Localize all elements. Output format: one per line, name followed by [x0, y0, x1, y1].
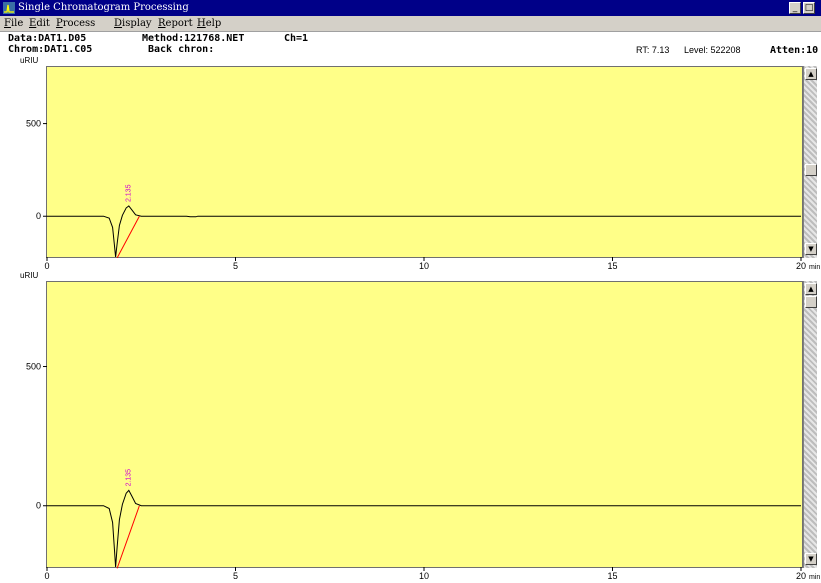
- method-label: Method:121768.NET: [142, 33, 245, 44]
- x-tick-label: 5: [233, 261, 238, 271]
- chromatogram-chart-2: 0 500 0 5 10 15 20 min 2.135: [26, 362, 820, 581]
- data-file-label: Data:DAT1.D05: [8, 33, 87, 44]
- y-tick-label: 500: [26, 362, 41, 372]
- x-tick-label: 15: [607, 261, 617, 271]
- level-readout: Level: 522208: [684, 45, 741, 55]
- arrow-up-icon[interactable]: ▲: [805, 283, 817, 295]
- minimize-button[interactable]: _: [789, 2, 801, 14]
- chromatogram-trace: [47, 489, 801, 568]
- chart2-scrollbar[interactable]: ▲ ▼: [803, 281, 817, 568]
- menu-file[interactable]: File: [4, 17, 23, 30]
- menu-report[interactable]: Report: [158, 17, 193, 30]
- menu-process-accel: P: [56, 18, 63, 29]
- x-tick-label: 10: [419, 261, 429, 271]
- menu-process-label: rocess: [62, 18, 96, 29]
- x-tick-label: 15: [607, 571, 617, 581]
- x-tick-label: 0: [44, 571, 49, 581]
- window-title: Single Chromatogram Processing: [18, 2, 189, 13]
- arrow-down-icon[interactable]: ▼: [805, 553, 817, 565]
- y-tick-label: 500: [26, 119, 41, 129]
- rt-readout: RT: 7.13: [636, 45, 670, 55]
- arrow-up-icon[interactable]: ▲: [805, 68, 817, 80]
- menu-display[interactable]: Display: [114, 17, 152, 30]
- restore-button[interactable]: □: [803, 2, 815, 14]
- x-tick-label: 20: [796, 261, 806, 271]
- y-tick-label: 0: [36, 211, 41, 221]
- y-tick-label: 0: [36, 501, 41, 511]
- chrom-file-label: Chrom:DAT1.C05: [8, 44, 93, 55]
- arrow-down-icon[interactable]: ▼: [805, 243, 817, 255]
- menu-edit[interactable]: Edit: [29, 17, 50, 30]
- channel-label: Ch=1: [284, 33, 309, 44]
- back-chrom-label: Back chron:: [148, 44, 215, 55]
- chart2-scroll-thumb[interactable]: [805, 296, 817, 308]
- menu-file-accel: F: [4, 18, 11, 29]
- x-tick-label: 10: [419, 571, 429, 581]
- menu-report-label: eport: [165, 18, 193, 29]
- chromatogram-chart-1: 0 500 0 5 10 15 20 min 2.135: [26, 119, 820, 271]
- chart1-scrollbar[interactable]: ▲ ▼: [803, 66, 817, 258]
- x-tick-label: 5: [233, 571, 238, 581]
- chromatogram-trace: [47, 205, 801, 258]
- menu-file-label: ile: [10, 18, 24, 29]
- menu-report-accel: R: [158, 18, 166, 29]
- peak-retention-label: 2.135: [125, 184, 132, 202]
- x-tick-label: 0: [44, 261, 49, 271]
- menu-display-accel: D: [114, 18, 123, 29]
- peak-retention-label: 2.135: [125, 469, 132, 487]
- x-tick-label: 20: [796, 571, 806, 581]
- menu-process[interactable]: Process: [56, 17, 95, 30]
- atten-readout: Atten:10: [770, 45, 819, 56]
- chromatogram-app-icon: [3, 2, 15, 14]
- x-unit-label: min: [809, 264, 820, 271]
- menu-edit-label: dit: [36, 18, 50, 29]
- menu-help-accel: H: [197, 18, 206, 29]
- chart1-scroll-thumb[interactable]: [805, 164, 817, 176]
- x-unit-label: min: [809, 574, 820, 581]
- title-bar: Single Chromatogram Processing _ □: [0, 0, 821, 16]
- menu-help-label: elp: [205, 18, 222, 29]
- menu-display-label: isplay: [122, 18, 152, 29]
- menu-bar: File Edit Process Display Report Help: [0, 16, 821, 32]
- menu-help[interactable]: Help: [197, 17, 221, 30]
